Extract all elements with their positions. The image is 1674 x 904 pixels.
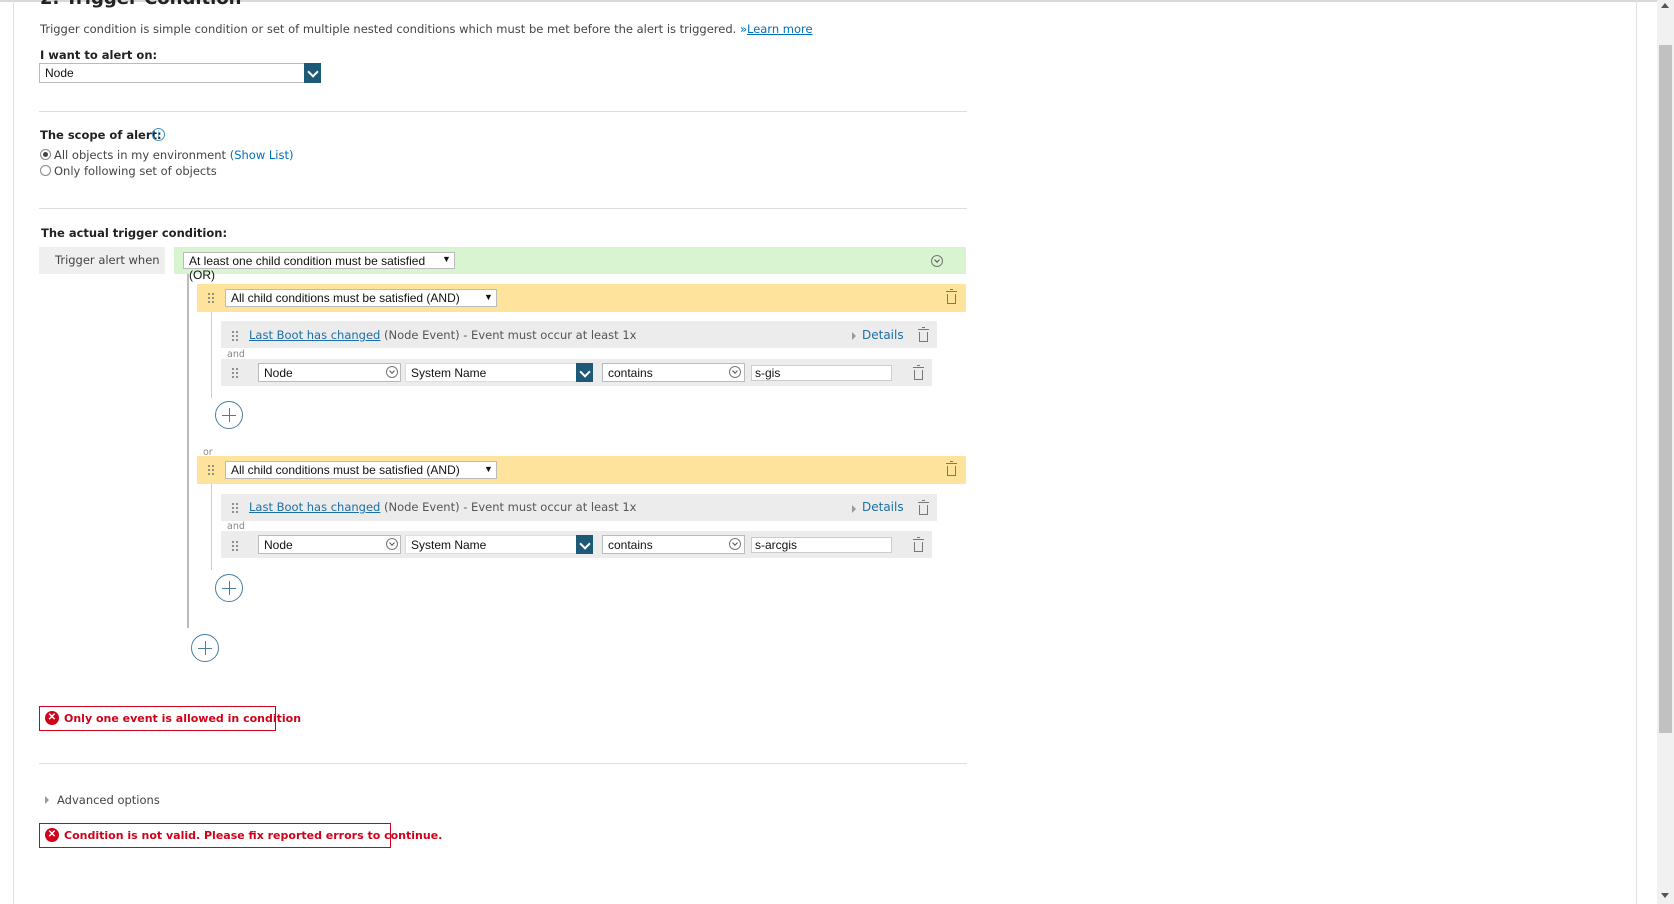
condition-operator-select[interactable]: contains [602, 535, 745, 554]
condition-object-select[interactable]: Node [258, 535, 401, 554]
scope-all-radio[interactable] [40, 149, 51, 160]
root-condition-select[interactable]: At least one child condition must be sat… [183, 252, 455, 282]
group-tree-line [211, 484, 212, 570]
drag-handle-icon[interactable] [231, 540, 239, 552]
section-description: Trigger condition is simple condition or… [40, 22, 813, 36]
add-group-button[interactable] [191, 634, 219, 662]
chevron-circle-icon [386, 366, 398, 378]
show-list-link[interactable]: (Show List) [230, 148, 294, 162]
divider [39, 208, 967, 209]
condition-field-value: System Name [411, 538, 487, 552]
divider [39, 111, 967, 112]
drag-handle-icon[interactable] [231, 367, 239, 379]
divider [39, 763, 967, 764]
chevron-circle-icon [729, 366, 741, 378]
scope-following-radio[interactable] [40, 165, 51, 176]
section-title: 2. Trigger Condition [40, 0, 242, 9]
root-condition-value: At least one child condition must be sat… [189, 254, 426, 282]
scroll-up-icon[interactable] [1661, 3, 1669, 8]
condition-field-dropdown-button[interactable] [576, 535, 593, 554]
trash-icon[interactable] [946, 289, 957, 304]
group-tree-line [211, 312, 212, 398]
trash-icon[interactable] [946, 461, 957, 476]
condition-field-value: System Name [411, 366, 487, 380]
learn-more-prefix: » [739, 22, 747, 36]
trash-icon[interactable] [913, 537, 924, 552]
condition-object-select[interactable]: Node [258, 363, 401, 382]
collapse-chevron-icon[interactable] [931, 255, 943, 267]
alert-on-label: I want to alert on: [40, 48, 158, 62]
alert-on-select[interactable]: Node [39, 63, 321, 83]
error-icon: ✕ [45, 828, 59, 842]
group-caret-icon: ▼ [484, 464, 493, 474]
page-top-border [0, 0, 1660, 2]
add-condition-button[interactable] [215, 574, 243, 602]
condition-operator-select[interactable]: contains [602, 363, 745, 382]
learn-more-link[interactable]: Learn more [747, 22, 813, 36]
scope-all-label: All objects in my environment [54, 148, 227, 162]
root-caret-icon: ▼ [442, 254, 451, 264]
scope-label: The scope of alert: [40, 128, 162, 142]
condition-value-input[interactable]: s-arcgis [751, 537, 892, 553]
group-condition-select[interactable]: All child conditions must be satisfied (… [225, 289, 497, 307]
trigger-label: The actual trigger condition: [41, 226, 228, 240]
alert-on-dropdown-button[interactable] [304, 63, 321, 83]
expand-triangle-icon[interactable] [45, 796, 49, 804]
condition-operator-value: contains [608, 538, 653, 552]
event-text: (Node Event) - Event must occur at least… [384, 328, 637, 342]
condition-field-select[interactable]: System Name [405, 363, 593, 382]
tree-line [187, 274, 189, 628]
details-triangle-icon [852, 505, 856, 513]
trash-icon[interactable] [918, 327, 929, 342]
scope-all-option: All objects in my environment (Show List… [54, 148, 293, 162]
group-condition-value: All child conditions must be satisfied (… [231, 291, 460, 305]
condition-operator-value: contains [608, 366, 653, 380]
scope-following-label: Only following set of objects [54, 164, 217, 178]
details-link[interactable]: Details [862, 328, 904, 342]
condition-error-text: Condition is not valid. Please fix repor… [64, 829, 443, 842]
chevron-circle-icon [386, 538, 398, 550]
description-text: Trigger condition is simple condition or… [40, 22, 737, 36]
condition-field-select[interactable]: System Name [405, 535, 593, 554]
add-condition-button[interactable] [215, 401, 243, 429]
advanced-options-toggle[interactable]: Advanced options [57, 793, 160, 807]
event-description: Last Boot has changed (Node Event) - Eve… [249, 328, 636, 342]
group-condition-value: All child conditions must be satisfied (… [231, 463, 460, 477]
condition-field-dropdown-button[interactable] [576, 363, 593, 382]
group-condition-select[interactable]: All child conditions must be satisfied (… [225, 461, 497, 479]
alert-on-value: Node [45, 66, 74, 80]
trigger-when-label: Trigger alert when [55, 253, 160, 267]
drag-handle-icon[interactable] [231, 330, 239, 342]
event-description: Last Boot has changed (Node Event) - Eve… [249, 500, 636, 514]
info-icon[interactable]: i [152, 128, 165, 141]
event-text: (Node Event) - Event must occur at least… [384, 500, 637, 514]
drag-handle-icon[interactable] [231, 502, 239, 514]
event-link[interactable]: Last Boot has changed [249, 328, 380, 342]
event-error-text: Only one event is allowed in condition [64, 712, 302, 725]
page-right-border [1636, 0, 1637, 904]
details-triangle-icon [852, 332, 856, 340]
scrollbar-thumb[interactable] [1659, 45, 1672, 733]
chevron-circle-icon [729, 538, 741, 550]
trash-icon[interactable] [913, 365, 924, 380]
trash-icon[interactable] [918, 500, 929, 515]
group-caret-icon: ▼ [484, 292, 493, 302]
condition-value-text: s-arcgis [755, 538, 798, 552]
details-link[interactable]: Details [862, 500, 904, 514]
event-link[interactable]: Last Boot has changed [249, 500, 380, 514]
drag-handle-icon[interactable] [207, 292, 215, 304]
scroll-down-icon[interactable] [1661, 893, 1669, 898]
condition-object-value: Node [264, 366, 293, 380]
drag-handle-icon[interactable] [207, 464, 215, 476]
condition-object-value: Node [264, 538, 293, 552]
error-icon: ✕ [45, 711, 59, 725]
condition-value-text: s-gis [755, 366, 781, 380]
page-left-border [13, 0, 14, 904]
condition-value-input[interactable]: s-gis [751, 365, 892, 381]
